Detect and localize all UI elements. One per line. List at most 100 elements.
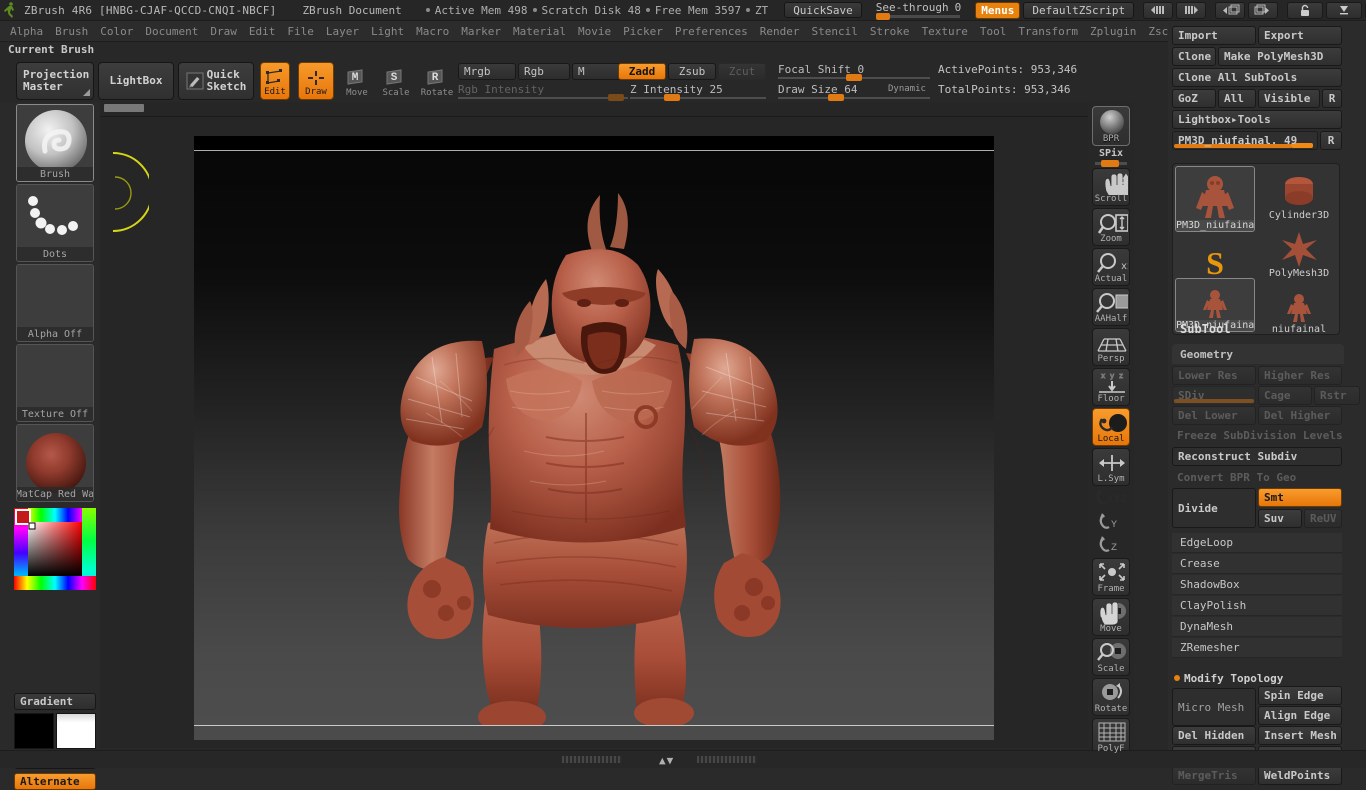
alternate-button[interactable]: Alternate [14, 773, 96, 790]
goz-r-button[interactable]: R [1322, 89, 1342, 108]
menu-item-edit[interactable]: Edit [243, 23, 282, 40]
menu-item-texture[interactable]: Texture [916, 23, 974, 40]
scroll-left-icon[interactable] [1143, 1, 1174, 19]
tool-cell-cylinder3d[interactable]: Cylinder3D [1259, 166, 1339, 222]
shelf-button-aahalf[interactable]: AAHalf [1092, 288, 1130, 326]
canvas-area[interactable] [100, 102, 1088, 748]
zcut-button[interactable]: Zcut [718, 63, 766, 80]
stroke-swatch[interactable]: Dots [16, 184, 94, 262]
zscript-button[interactable]: DefaultZScript [1023, 1, 1135, 19]
see-through-slider[interactable]: See-through 0 [875, 0, 961, 20]
focal-shift-track[interactable] [778, 74, 930, 81]
menu-item-transform[interactable]: Transform [1012, 23, 1084, 40]
draw-size-knob[interactable] [828, 94, 844, 101]
spix-track[interactable] [1095, 160, 1127, 167]
draw-size-slider[interactable]: Draw Size 64 Dynamic [778, 83, 930, 101]
shelf-button-persp[interactable]: Persp [1092, 328, 1130, 366]
menu-item-document[interactable]: Document [139, 23, 204, 40]
tool-r-button[interactable]: R [1320, 131, 1342, 150]
focal-shift-knob[interactable] [846, 74, 862, 81]
import-button[interactable]: Import [1172, 26, 1256, 45]
next-doc-icon[interactable] [1248, 1, 1279, 19]
del-lower-button[interactable]: Del Lower [1172, 406, 1256, 425]
section-row-edgeloop[interactable]: EdgeLoop [1172, 533, 1342, 553]
visible-button[interactable]: Visible [1258, 89, 1320, 108]
shelf-button-z[interactable]: ZZ [1092, 534, 1130, 556]
shelf-button-local[interactable]: Local [1092, 408, 1130, 446]
bottom-hatch-right[interactable] [697, 756, 757, 763]
z-intensity-slider[interactable]: Z Intensity 25 [630, 83, 766, 101]
micro-mesh-button[interactable]: Micro Mesh [1172, 688, 1256, 726]
tool-cell-polymesh3d[interactable]: PolyMesh3D [1259, 224, 1339, 280]
lock-icon[interactable] [1287, 1, 1324, 19]
scroll-right-icon[interactable] [1176, 1, 1207, 19]
shelf-button-scale[interactable]: Scale [1092, 638, 1130, 676]
z-intensity-track[interactable] [630, 94, 766, 101]
lower-res-button[interactable]: Lower Res [1172, 366, 1256, 385]
shelf-button-rotate[interactable]: Rotate [1092, 678, 1130, 716]
del-hidden-button[interactable]: Del Hidden [1172, 726, 1256, 745]
menu-item-stroke[interactable]: Stroke [864, 23, 916, 40]
focal-shift-slider[interactable]: Focal Shift 0 [778, 63, 930, 81]
shelf-button-move[interactable]: Move [1092, 598, 1130, 636]
shelf-button-floor[interactable]: x y z Floor [1092, 368, 1130, 406]
clone-button[interactable]: Clone [1172, 47, 1216, 66]
lightbox-tools-button[interactable]: Lightbox▸Tools [1172, 110, 1342, 129]
see-through-knob[interactable] [875, 13, 890, 20]
draw-size-track[interactable] [778, 94, 930, 101]
section-row-crease[interactable]: Crease [1172, 554, 1342, 574]
rgb-intensity-knob[interactable] [608, 94, 624, 101]
menus-button[interactable]: Menus [975, 1, 1021, 19]
projection-master-button[interactable]: Projection Master [16, 62, 94, 100]
menu-item-preferences[interactable]: Preferences [669, 23, 754, 40]
menu-item-render[interactable]: Render [754, 23, 806, 40]
menu-item-layer[interactable]: Layer [320, 23, 365, 40]
smt-button[interactable]: Smt [1258, 488, 1342, 507]
rgb-intensity-track[interactable] [458, 94, 628, 101]
shelf-button-actual[interactable]: x1Actual [1092, 248, 1133, 286]
rgb-button[interactable]: Rgb [518, 63, 570, 80]
suv-button[interactable]: Suv [1258, 509, 1302, 528]
shelf-button-zoom[interactable]: Zoom [1092, 208, 1130, 246]
current-tool-slider[interactable]: PM3D_niufainal. 49 [1172, 131, 1318, 150]
rotate-button[interactable]: R Rotate [420, 64, 454, 98]
spix-knob[interactable] [1101, 160, 1119, 167]
freeze-subdivision-levels-button[interactable]: Freeze SubDivision Levels [1172, 426, 1342, 445]
lightbox-button[interactable]: LightBox [98, 62, 174, 100]
see-through-track[interactable] [875, 13, 960, 20]
bpr-button[interactable]: BPR [1092, 106, 1130, 146]
current-brush-swatch[interactable]: Brush [16, 104, 94, 182]
tool-cell-niufainal[interactable]: niufainal [1259, 280, 1339, 336]
section-row-zremesher[interactable]: ZRemesher [1172, 638, 1342, 658]
section-row-dynamesh[interactable]: DynaMesh [1172, 617, 1342, 637]
menu-item-movie[interactable]: Movie [572, 23, 617, 40]
texture-swatch[interactable]: Texture Off [16, 344, 94, 422]
gradient-button[interactable]: Gradient [14, 693, 96, 710]
modify-topology-header[interactable]: Modify Topology [1172, 668, 1342, 688]
menu-item-light[interactable]: Light [365, 23, 410, 40]
quick-sketch-button[interactable]: Quick Sketch [178, 62, 254, 100]
weld-points-button[interactable]: WeldPoints [1258, 766, 1342, 785]
spin-edge-button[interactable]: Spin Edge [1258, 686, 1342, 705]
shelf-button-scroll[interactable]: Scroll [1092, 168, 1132, 206]
color-picker[interactable] [14, 508, 96, 590]
make-polymesh3d-button[interactable]: Make PolyMesh3D [1218, 47, 1342, 66]
menu-item-stencil[interactable]: Stencil [805, 23, 863, 40]
color-picker-wheel-icon[interactable] [14, 508, 96, 590]
mrgb-button[interactable]: Mrgb [458, 63, 516, 80]
insert-mesh-button[interactable]: Insert Mesh [1258, 726, 1342, 745]
reconstruct-subdiv-button[interactable]: Reconstruct Subdiv [1172, 447, 1342, 466]
zsub-button[interactable]: Zsub [668, 63, 716, 80]
convert-bpr-to-geo-button[interactable]: Convert BPR To Geo [1172, 468, 1342, 487]
edit-button[interactable]: Edit [260, 62, 290, 100]
bottom-arrows-icon[interactable]: ▲▼ [659, 754, 674, 767]
shelf-button-y[interactable]: YY [1092, 511, 1130, 533]
primary-color-swatch[interactable] [14, 713, 54, 749]
z-intensity-knob[interactable] [664, 94, 680, 101]
menu-item-marker[interactable]: Marker [455, 23, 507, 40]
del-higher-button[interactable]: Del Higher [1258, 406, 1342, 425]
shelf-button-polyf[interactable]: PolyF [1092, 718, 1130, 756]
bottom-hatch-left[interactable] [562, 756, 622, 763]
section-row-claypolish[interactable]: ClayPolish [1172, 596, 1342, 616]
higher-res-button[interactable]: Higher Res [1258, 366, 1342, 385]
